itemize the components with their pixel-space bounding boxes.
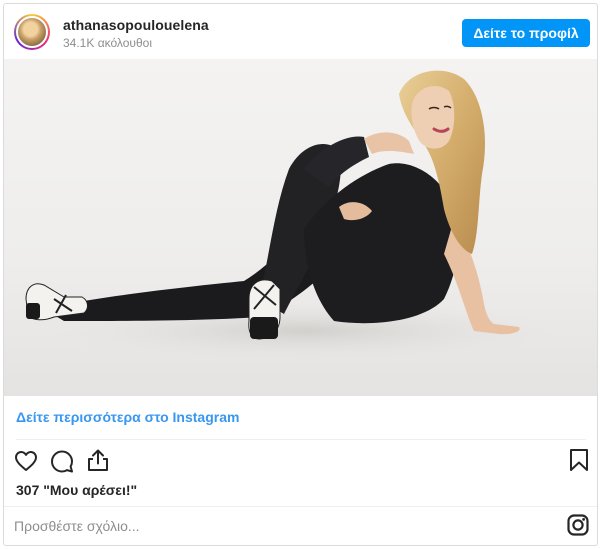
divider: [16, 439, 586, 440]
comment-icon[interactable]: [50, 449, 74, 473]
divider: [4, 506, 597, 507]
post-photo[interactable]: [4, 59, 597, 396]
username[interactable]: athanasopoulouelena: [63, 17, 209, 33]
avatar-image: [16, 16, 48, 48]
follower-count: 34.1K ακόλουθοι: [63, 36, 152, 50]
view-more-instagram-link[interactable]: Δείτε περισσότερα στο Instagram: [16, 409, 239, 425]
post-header: athanasopoulouelena 34.1K ακόλουθοι Δείτ…: [4, 4, 597, 60]
heart-icon[interactable]: [14, 449, 38, 473]
post-photo-image: [4, 59, 597, 396]
share-icon[interactable]: [86, 448, 110, 472]
like-count[interactable]: 307 "Μου αρέσει!": [16, 482, 137, 498]
view-profile-button[interactable]: Δείτε το προφίλ: [462, 19, 590, 47]
comment-input[interactable]: Προσθέστε σχόλιο...: [14, 516, 534, 536]
avatar[interactable]: [14, 14, 50, 50]
bookmark-icon[interactable]: [567, 448, 591, 472]
instagram-embed-card: athanasopoulouelena 34.1K ακόλουθοι Δείτ…: [3, 3, 598, 546]
instagram-icon[interactable]: [566, 513, 590, 537]
